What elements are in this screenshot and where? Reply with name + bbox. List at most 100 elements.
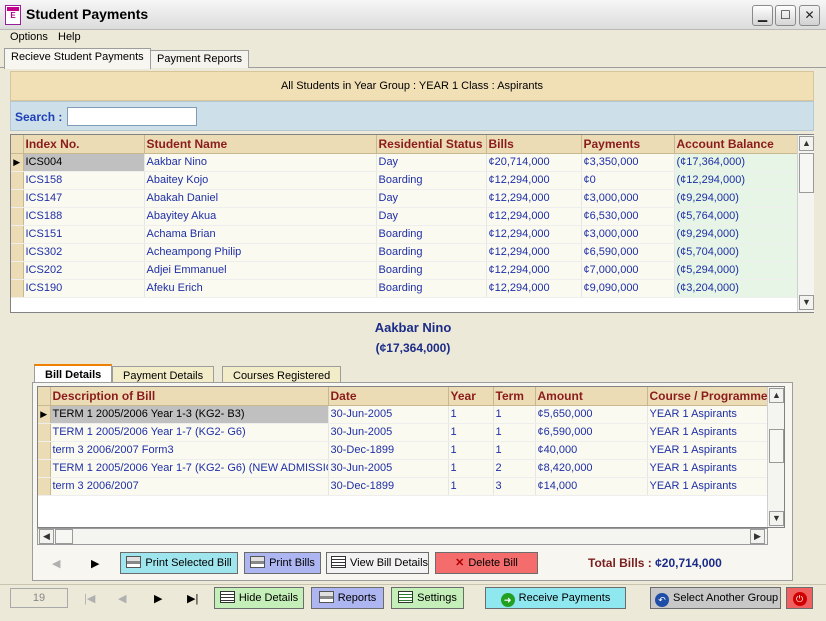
cell-balance[interactable]: (¢12,294,000) <box>674 171 798 190</box>
cell-status[interactable]: Day <box>376 153 487 172</box>
scroll-down-icon[interactable]: ▼ <box>769 511 784 526</box>
tab-receive-payments[interactable]: Recieve Student Payments <box>4 48 151 69</box>
column-header[interactable]: Payments <box>581 135 675 154</box>
cell-index[interactable]: ICS158 <box>23 171 145 190</box>
cell-payments[interactable]: ¢0 <box>581 171 675 190</box>
cell-course[interactable]: YEAR 1 Aspirants <box>647 459 769 478</box>
students-scrollbar[interactable]: ▲ ▼ <box>797 135 814 312</box>
row-selector[interactable] <box>11 279 24 298</box>
cell-status[interactable]: Boarding <box>376 171 487 190</box>
cell-amount[interactable]: ¢8,420,000 <box>535 459 648 478</box>
cell-payments[interactable]: ¢7,000,000 <box>581 261 675 280</box>
cell-status[interactable]: Boarding <box>376 261 487 280</box>
row-selector[interactable] <box>11 171 24 190</box>
menu-help[interactable]: Help <box>58 31 81 43</box>
cell-name[interactable]: Achama Brian <box>144 225 377 244</box>
table-row[interactable]: term 3 2006/2007 30-Dec-1899 1 3 ¢14,000… <box>38 477 769 496</box>
cell-payments[interactable]: ¢6,590,000 <box>581 243 675 262</box>
minimize-icon[interactable]: ▁ <box>752 5 773 26</box>
cell-payments[interactable]: ¢3,000,000 <box>581 225 675 244</box>
tab-courses-registered[interactable]: Courses Registered <box>222 366 342 383</box>
print-bills-button[interactable]: Print Bills <box>244 552 321 574</box>
receive-payments-button[interactable]: ➜ Receive Payments <box>485 587 626 609</box>
cell-balance[interactable]: (¢3,204,000) <box>674 279 798 298</box>
bills-horizontal-scrollbar[interactable]: ◀ ▶ <box>37 528 768 545</box>
cell-balance[interactable]: (¢17,364,000) <box>674 153 798 172</box>
prev-bill-icon[interactable]: ◀ <box>52 557 60 570</box>
cell-bills[interactable]: ¢12,294,000 <box>486 225 582 244</box>
settings-button[interactable]: Settings <box>391 587 464 609</box>
column-header[interactable]: Description of Bill <box>50 387 329 406</box>
cell-index[interactable]: ICS202 <box>23 261 145 280</box>
table-row[interactable]: ▶ ICS004 Aakbar Nino Day ¢20,714,000 ¢3,… <box>11 153 798 172</box>
cell-balance[interactable]: (¢9,294,000) <box>674 225 798 244</box>
cell-name[interactable]: Abakah Daniel <box>144 189 377 208</box>
row-selector[interactable] <box>11 261 24 280</box>
table-row[interactable]: TERM 1 2005/2006 Year 1-7 (KG2- G6) 30-J… <box>38 423 769 442</box>
cell-course[interactable]: YEAR 1 Aspirants <box>647 441 769 460</box>
reports-button[interactable]: Reports <box>311 587 384 609</box>
cell-index[interactable]: ICS302 <box>23 243 145 262</box>
cell-date[interactable]: 30-Dec-1899 <box>328 477 449 496</box>
cell-course[interactable]: YEAR 1 Aspirants <box>647 405 769 424</box>
row-selector[interactable] <box>11 189 24 208</box>
row-selector[interactable] <box>38 477 51 496</box>
scroll-right-icon[interactable]: ▶ <box>750 529 765 544</box>
cell-payments[interactable]: ¢3,350,000 <box>581 153 675 172</box>
next-record-icon[interactable]: ▶ <box>154 592 162 605</box>
cell-name[interactable]: Afeku Erich <box>144 279 377 298</box>
cell-bills[interactable]: ¢12,294,000 <box>486 207 582 226</box>
column-header[interactable]: Date <box>328 387 449 406</box>
tab-payment-reports[interactable]: Payment Reports <box>150 50 249 68</box>
cell-term[interactable]: 2 <box>493 459 536 478</box>
table-row[interactable]: ICS158 Abaitey Kojo Boarding ¢12,294,000… <box>11 171 798 190</box>
row-selector[interactable] <box>38 423 51 442</box>
column-header[interactable]: Index No. <box>23 135 145 154</box>
scroll-up-icon[interactable]: ▲ <box>799 136 814 151</box>
cell-description[interactable]: TERM 1 2005/2006 Year 1-3 (KG2- B3) <box>50 405 329 424</box>
cell-course[interactable]: YEAR 1 Aspirants <box>647 423 769 442</box>
last-record-icon[interactable]: ▶| <box>187 592 198 605</box>
cell-date[interactable]: 30-Jun-2005 <box>328 459 449 478</box>
cell-date[interactable]: 30-Jun-2005 <box>328 423 449 442</box>
column-header[interactable]: Amount <box>535 387 648 406</box>
cell-status[interactable]: Boarding <box>376 279 487 298</box>
table-row[interactable]: ICS190 Afeku Erich Boarding ¢12,294,000 … <box>11 279 798 298</box>
cell-year[interactable]: 1 <box>448 459 494 478</box>
cell-term[interactable]: 1 <box>493 405 536 424</box>
cell-name[interactable]: Abayitey Akua <box>144 207 377 226</box>
cell-description[interactable]: term 3 2006/2007 <box>50 477 329 496</box>
cell-status[interactable]: Day <box>376 207 487 226</box>
column-header[interactable]: Account Balance <box>674 135 798 154</box>
table-row[interactable]: ICS147 Abakah Daniel Day ¢12,294,000 ¢3,… <box>11 189 798 208</box>
prev-record-icon[interactable]: ◀ <box>118 592 126 605</box>
row-selector[interactable] <box>11 207 24 226</box>
students-grid[interactable]: Index No. Student Name Residential Statu… <box>10 134 814 313</box>
cell-term[interactable]: 1 <box>493 423 536 442</box>
cell-status[interactable]: Boarding <box>376 243 487 262</box>
scroll-thumb[interactable] <box>55 529 73 544</box>
cell-balance[interactable]: (¢9,294,000) <box>674 189 798 208</box>
tab-bill-details[interactable]: Bill Details <box>34 364 113 383</box>
scroll-down-icon[interactable]: ▼ <box>799 295 814 310</box>
cell-status[interactable]: Boarding <box>376 225 487 244</box>
table-row[interactable]: ▶ TERM 1 2005/2006 Year 1-3 (KG2- B3) 30… <box>38 405 769 424</box>
cell-bills[interactable]: ¢12,294,000 <box>486 279 582 298</box>
cell-bills[interactable]: ¢12,294,000 <box>486 189 582 208</box>
cell-year[interactable]: 1 <box>448 441 494 460</box>
cell-index[interactable]: ICS151 <box>23 225 145 244</box>
row-selector[interactable] <box>11 243 24 262</box>
cell-bills[interactable]: ¢12,294,000 <box>486 171 582 190</box>
maximize-icon[interactable]: ☐ <box>775 5 796 26</box>
cell-date[interactable]: 30-Jun-2005 <box>328 405 449 424</box>
cell-payments[interactable]: ¢9,090,000 <box>581 279 675 298</box>
cell-course[interactable]: YEAR 1 Aspirants <box>647 477 769 496</box>
cell-balance[interactable]: (¢5,704,000) <box>674 243 798 262</box>
cell-bills[interactable]: ¢12,294,000 <box>486 261 582 280</box>
exit-button[interactable]: ⏻ <box>786 587 813 609</box>
cell-status[interactable]: Day <box>376 189 487 208</box>
cell-amount[interactable]: ¢14,000 <box>535 477 648 496</box>
row-selector[interactable] <box>11 225 24 244</box>
column-header[interactable]: Residential Status <box>376 135 487 154</box>
table-row[interactable]: term 3 2006/2007 Form3 30-Dec-1899 1 1 ¢… <box>38 441 769 460</box>
